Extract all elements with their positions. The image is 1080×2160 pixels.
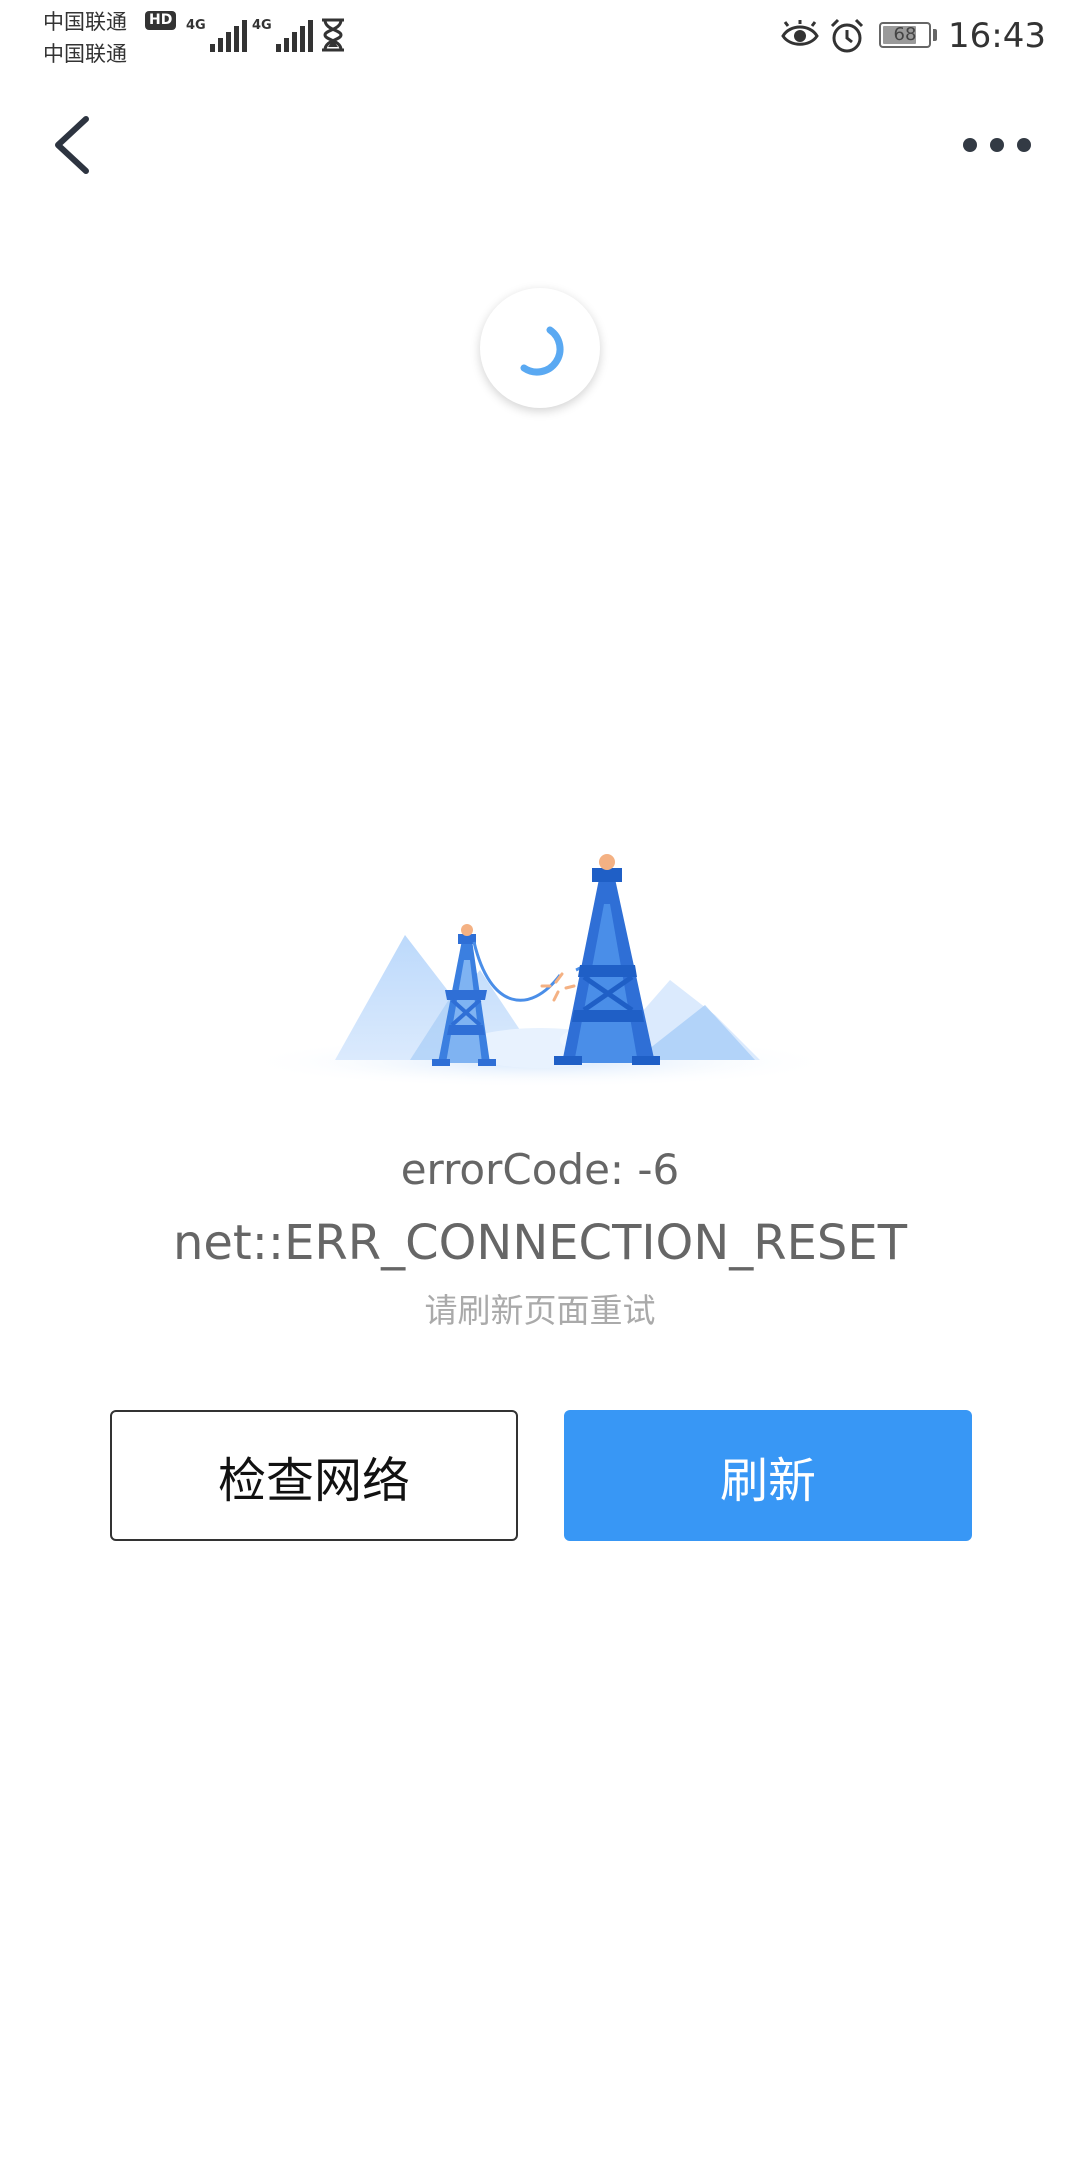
- signal-2-label: 4G: [252, 18, 272, 33]
- alarm-icon: [830, 18, 864, 53]
- retry-hint: 请刷新页面重试: [424, 1291, 656, 1330]
- check-network-button[interactable]: 检查网络: [110, 1410, 518, 1541]
- hd-badge: HD: [145, 11, 177, 30]
- big-tower: [554, 854, 660, 1065]
- status-time: 16:43: [948, 16, 1046, 56]
- loading-spinner: [480, 288, 600, 408]
- back-button[interactable]: [40, 105, 100, 185]
- more-dot-1: [963, 138, 977, 152]
- eye-comfort-icon: [781, 20, 819, 46]
- more-dot-2: [990, 138, 1004, 152]
- carrier-labels: 中国联通 中国联通: [43, 6, 127, 70]
- spark-icon: [540, 972, 576, 1002]
- carrier-2: 中国联通: [43, 42, 127, 66]
- spinner-icon: [520, 326, 564, 376]
- carrier-1: 中国联通: [43, 10, 127, 34]
- more-button[interactable]: [950, 120, 1040, 170]
- broken-bridge-illustration: [240, 854, 840, 1088]
- screen: 中国联通 中国联通 HD 4G 4G 68 16:43 errorCode: -…: [0, 0, 1080, 2160]
- hourglass-icon: [322, 18, 344, 52]
- chevron-left-icon: [55, 116, 89, 174]
- more-dot-3: [1017, 138, 1031, 152]
- refresh-button[interactable]: 刷新: [564, 1410, 972, 1541]
- error-name: net::ERR_CONNECTION_RESET: [172, 1215, 908, 1271]
- signal-1-label: 4G: [186, 18, 206, 33]
- status-bar: 中国联通 中国联通 HD 4G 4G 68 16:43: [0, 0, 1080, 80]
- error-code: errorCode: -6: [400, 1145, 680, 1194]
- battery-tip: [933, 29, 937, 41]
- battery-level: 68: [893, 24, 917, 45]
